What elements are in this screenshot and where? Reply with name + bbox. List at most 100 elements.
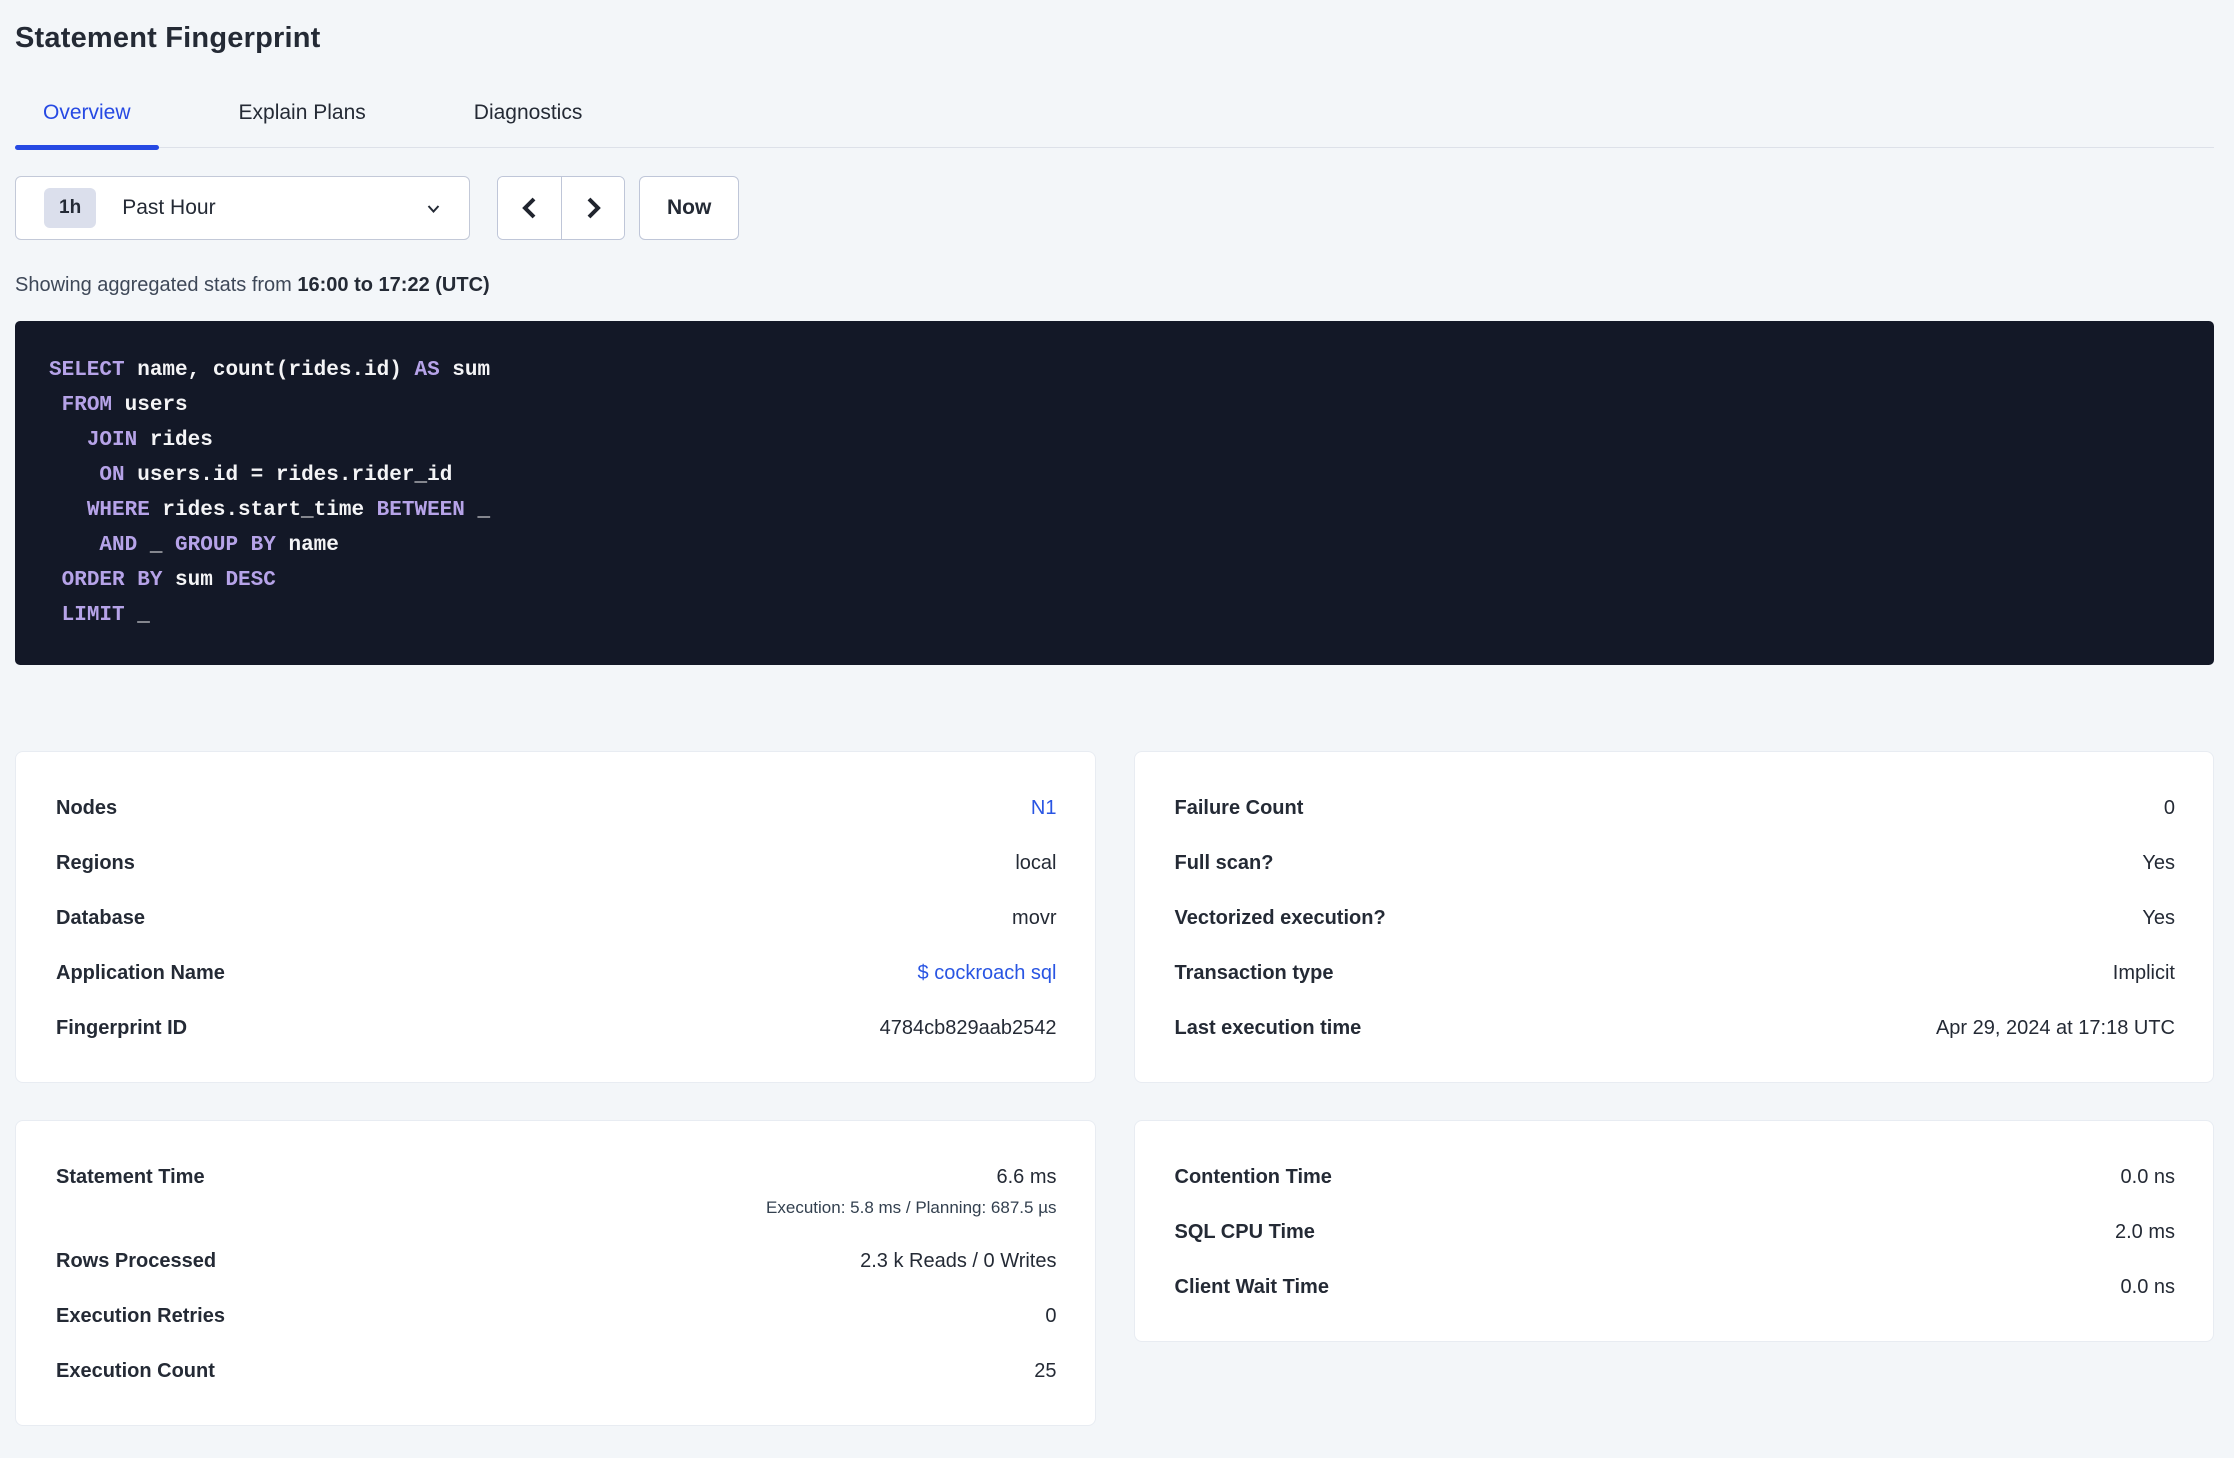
row-label: Last execution time [1174, 1017, 1362, 1039]
row-value: movr [1012, 907, 1057, 929]
row-label: SQL CPU Time [1174, 1221, 1315, 1243]
detail-row-fingerprint-id: Fingerprint ID 4784cb829aab2542 [56, 1014, 1057, 1042]
sql-token: AND [99, 534, 138, 557]
sql-token: FROM [61, 394, 113, 417]
stat-row-execution-retries: Execution Retries 0 [56, 1302, 1057, 1330]
stat-row-client-wait-time: Client Wait Time 0.0 ns [1175, 1273, 2176, 1301]
tab-overview[interactable]: Overview [15, 101, 159, 150]
detail-row-regions: Regions local [56, 849, 1057, 877]
tab-diagnostics[interactable]: Diagnostics [446, 101, 611, 147]
row-label: Statement Time [56, 1166, 205, 1188]
timing-stats-card: Contention Time 0.0 ns SQL CPU Time 2.0 … [1133, 1120, 2214, 1342]
caption-prefix: Showing aggregated stats from [15, 274, 298, 296]
row-value: 2.3 k Reads / 0 Writes [860, 1250, 1057, 1272]
sql-line: WHERE rides.start_time BETWEEN _ [49, 493, 2180, 528]
caption-time-range: 16:00 to 17:22 (UTC) [297, 274, 490, 296]
statement-fingerprint-page: Statement Fingerprint Overview Explain P… [0, 0, 2234, 1426]
time-range-select[interactable]: 1h Past Hour [15, 176, 470, 240]
row-value: 0.0 ns [2120, 1276, 2175, 1298]
row-value: 0.0 ns [2120, 1166, 2175, 1188]
detail-row-vectorized: Vectorized execution? Yes [1175, 904, 2176, 932]
row-label: Rows Processed [56, 1250, 217, 1272]
row-label: Execution Count [56, 1360, 215, 1382]
sql-line: LIMIT _ [49, 598, 2180, 633]
sql-token: GROUP BY [175, 534, 276, 557]
row-value: 4784cb829aab2542 [879, 1017, 1057, 1039]
row-label: Client Wait Time [1174, 1276, 1329, 1298]
sql-line: JOIN rides [49, 423, 2180, 458]
row-label: Database [56, 907, 145, 929]
stat-row-sql-cpu-time: SQL CPU Time 2.0 ms [1175, 1218, 2176, 1246]
sql-token: name, count(rides.id) [124, 359, 415, 382]
row-label: Failure Count [1174, 797, 1304, 819]
stat-row-statement-time: Statement Time 6.6 ms Execution: 5.8 ms … [56, 1163, 1057, 1220]
sql-token: sum [162, 569, 226, 592]
statement-details-card: Nodes N1 Regions local Database movr App… [15, 751, 1096, 1083]
row-label: Vectorized execution? [1174, 907, 1386, 929]
row-label: Regions [56, 852, 135, 874]
chevron-right-icon [581, 195, 605, 221]
sql-token: _ [464, 499, 491, 522]
nodes-link[interactable]: N1 [1031, 794, 1057, 822]
tab-explain-plans[interactable]: Explain Plans [211, 101, 394, 147]
details-cards-row: Nodes N1 Regions local Database movr App… [15, 751, 2214, 1083]
detail-row-nodes: Nodes N1 [56, 794, 1057, 822]
row-value: 6.6 ms [996, 1166, 1057, 1188]
detail-row-failure-count: Failure Count 0 [1175, 794, 2176, 822]
detail-row-application-name: Application Name $ cockroach sql [56, 959, 1057, 987]
row-value: 0 [1045, 1305, 1057, 1327]
now-button[interactable]: Now [639, 176, 740, 240]
sql-token: ON [99, 464, 125, 487]
row-value: Yes [2142, 907, 2175, 929]
row-label: Application Name [56, 962, 225, 984]
stats-cards-row: Statement Time 6.6 ms Execution: 5.8 ms … [15, 1120, 2214, 1426]
sql-token: sum [439, 359, 491, 382]
row-value: 25 [1034, 1360, 1057, 1382]
sql-token: users [112, 394, 188, 417]
detail-row-database: Database movr [56, 904, 1057, 932]
row-value: 2.0 ms [2114, 1221, 2175, 1243]
page-title: Statement Fingerprint [15, 22, 321, 54]
row-value: Apr 29, 2024 at 17:18 UTC [1935, 1017, 2175, 1039]
sql-token: AS [414, 359, 440, 382]
row-label: Contention Time [1174, 1166, 1332, 1188]
sql-token: rides.start_time [149, 499, 377, 522]
row-value: Implicit [2112, 962, 2175, 984]
execution-stats-card: Statement Time 6.6 ms Execution: 5.8 ms … [15, 1120, 1096, 1426]
detail-row-last-execution-time: Last execution time Apr 29, 2024 at 17:1… [1175, 1014, 2176, 1042]
value-stack: 6.6 ms Execution: 5.8 ms / Planning: 687… [766, 1163, 1056, 1220]
aggregated-stats-caption: Showing aggregated stats from 16:00 to 1… [15, 274, 2214, 297]
row-value: local [1015, 852, 1057, 874]
tab-bar: Overview Explain Plans Diagnostics [15, 101, 2214, 150]
sql-token: WHERE [86, 499, 150, 522]
sql-token: users.id = rides.rider_id [124, 464, 453, 487]
application-name-link[interactable]: $ cockroach sql [918, 959, 1057, 987]
next-time-button[interactable] [561, 177, 624, 239]
time-range-badge: 1h [44, 188, 97, 228]
row-subvalue: Execution: 5.8 ms / Planning: 687.5 µs [766, 1198, 1057, 1217]
sql-token: DESC [225, 569, 276, 592]
execution-attributes-card: Failure Count 0 Full scan? Yes Vectorize… [1133, 751, 2214, 1083]
chevron-left-icon [518, 195, 542, 221]
sql-token: _ [137, 534, 176, 557]
row-value: 0 [2163, 797, 2175, 819]
row-label: Nodes [56, 797, 118, 819]
sql-line: AND _ GROUP BY name [49, 528, 2180, 563]
prev-time-button[interactable] [498, 177, 561, 239]
sql-line: SELECT name, count(rides.id) AS sum [49, 353, 2180, 388]
sql-token: ORDER BY [61, 569, 163, 592]
sql-token: name [275, 534, 339, 557]
stat-row-contention-time: Contention Time 0.0 ns [1175, 1163, 2176, 1191]
time-range-label: Past Hour [122, 196, 216, 219]
sql-token: _ [124, 604, 150, 627]
row-label: Full scan? [1174, 852, 1274, 874]
row-label: Fingerprint ID [56, 1017, 188, 1039]
detail-row-transaction-type: Transaction type Implicit [1175, 959, 2176, 987]
sql-line: FROM users [49, 388, 2180, 423]
